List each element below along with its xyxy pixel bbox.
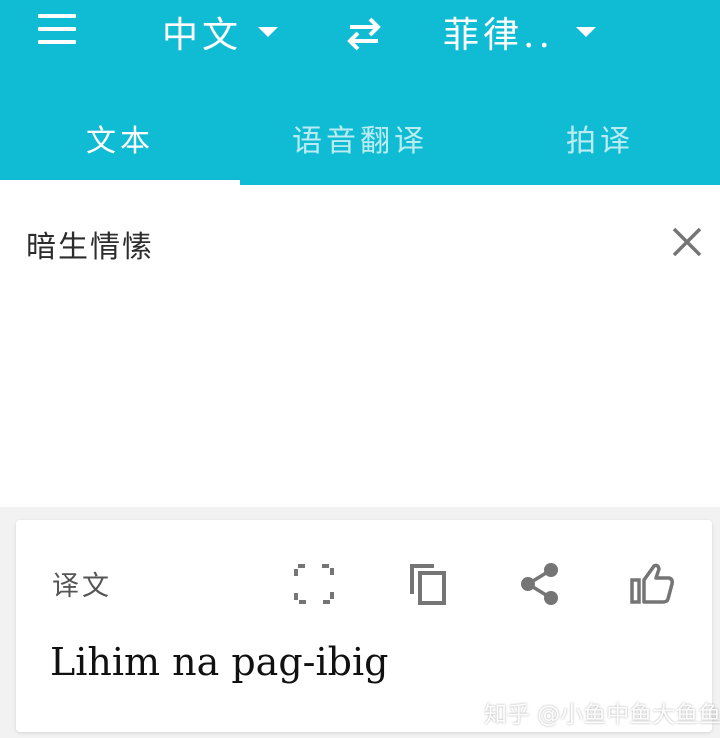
- swap-arrows-icon: [347, 17, 381, 51]
- tab-voice-translation[interactable]: 语音翻译: [240, 100, 480, 185]
- share-icon: [521, 563, 558, 605]
- target-language-label: 菲律..: [443, 15, 554, 56]
- translation-output: Lihim na pag-ibig: [50, 640, 389, 684]
- source-language-selector[interactable]: 中文: [162, 6, 279, 58]
- fullscreen-button[interactable]: [290, 560, 338, 608]
- tab-label: 拍译: [566, 124, 634, 159]
- swap-languages-button[interactable]: [340, 12, 388, 56]
- caret-down-icon: [258, 27, 279, 37]
- mode-tabs: 文本 语音翻译 拍译: [0, 100, 720, 185]
- thumbs-up-icon: [630, 563, 674, 604]
- result-label: 译文: [52, 571, 112, 602]
- tab-photo-translation[interactable]: 拍译: [480, 100, 720, 185]
- app-bar: 中文 菲律.. 文本 语音翻译 拍译: [0, 0, 720, 185]
- toolbar: 中文 菲律..: [0, 0, 720, 70]
- close-icon: [672, 227, 702, 257]
- like-button[interactable]: [628, 560, 676, 608]
- clear-input-button[interactable]: [666, 221, 708, 263]
- copy-button[interactable]: [404, 560, 452, 608]
- share-button[interactable]: [516, 560, 564, 608]
- input-area[interactable]: 暗生情愫: [0, 185, 720, 507]
- copy-icon: [410, 564, 446, 605]
- tab-label: 文本: [86, 124, 154, 159]
- target-language-selector[interactable]: 菲律..: [443, 6, 596, 58]
- tab-label: 语音翻译: [292, 124, 428, 159]
- menu-button[interactable]: [34, 8, 82, 52]
- source-text-input[interactable]: 暗生情愫: [26, 222, 154, 266]
- tab-text[interactable]: 文本: [0, 100, 240, 185]
- source-language-label: 中文: [162, 15, 243, 56]
- caret-down-icon: [575, 27, 596, 37]
- fullscreen-icon: [294, 564, 334, 604]
- watermark: 知乎 @小鱼中鱼大鱼鱼: [484, 702, 720, 728]
